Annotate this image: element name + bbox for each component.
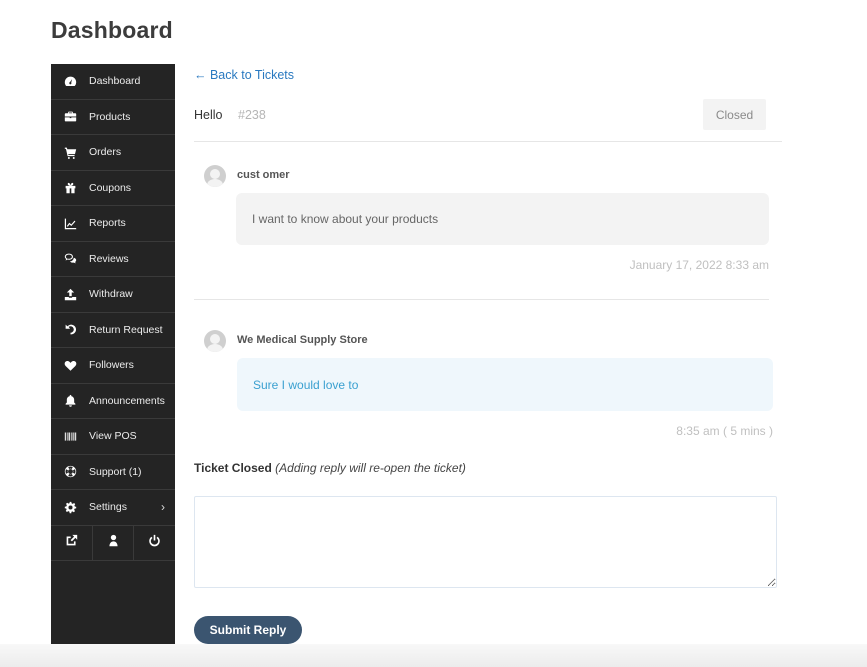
page-footer-shade — [0, 644, 867, 667]
sidebar-item-reports[interactable]: Reports — [51, 206, 175, 242]
briefcase-icon — [51, 110, 89, 123]
message-author: We Medical Supply Store — [237, 334, 368, 346]
ticket-header: Hello #238 Closed — [194, 98, 782, 142]
message-bubble: Sure I would love to — [237, 358, 773, 411]
sidebar-item-products[interactable]: Products — [51, 100, 175, 135]
avatar — [204, 165, 226, 187]
sidebar-item-label: Withdraw — [89, 288, 133, 301]
divider — [194, 299, 769, 300]
avatar — [204, 330, 226, 352]
ticket-closed-label: Ticket Closed — [194, 461, 272, 475]
sidebar-item-label: Products — [89, 110, 131, 123]
ticket-subject: Hello — [194, 108, 223, 122]
message-text: Sure I would love to — [253, 377, 359, 392]
ticket-closed-hint: (Adding reply will re-open the ticket) — [275, 461, 466, 475]
sidebar-item-label: Settings — [89, 501, 127, 514]
sidebar-item-label: Announcements — [89, 394, 165, 407]
sidebar-item-label: View POS — [89, 430, 137, 443]
message-bubble: I want to know about your products — [236, 193, 769, 245]
sidebar-item-view-pos[interactable]: View POS — [51, 419, 175, 455]
line-chart-icon — [51, 217, 89, 230]
sidebar-item-label: Coupons — [89, 181, 132, 194]
sidebar-item-reviews[interactable]: Reviews — [51, 242, 175, 277]
sidebar-item-label: Orders — [89, 146, 122, 159]
sidebar-item-return-request[interactable]: Return Request — [51, 313, 175, 348]
gear-icon — [51, 501, 89, 514]
barcode-icon — [51, 430, 89, 443]
sidebar-item-label: Dashboard — [89, 75, 141, 88]
sidebar: Dashboard Products Orders Coupons Report… — [51, 64, 175, 667]
message-timestamp: January 17, 2022 8:33 am — [629, 258, 769, 272]
ticket-id: #238 — [238, 108, 266, 122]
sidebar-item-coupons[interactable]: Coupons — [51, 171, 175, 206]
cart-icon — [51, 146, 89, 159]
sidebar-item-label: Reviews — [89, 252, 129, 265]
power-icon — [148, 534, 161, 552]
sidebar-item-orders[interactable]: Orders — [51, 135, 175, 171]
message-author: cust omer — [237, 169, 290, 181]
chevron-right-icon: › — [161, 500, 165, 515]
sidebar-item-dashboard[interactable]: Dashboard — [51, 64, 175, 100]
upload-icon — [51, 288, 89, 301]
log-out-button[interactable] — [134, 526, 175, 560]
back-to-tickets-link[interactable]: ← Back to Tickets — [194, 68, 294, 82]
edit-account-button[interactable] — [93, 525, 135, 560]
status-badge: Closed — [703, 99, 766, 130]
comments-icon — [51, 252, 89, 265]
bell-icon — [51, 394, 89, 408]
sidebar-item-label: Support (1) — [89, 465, 142, 478]
submit-reply-button[interactable]: Submit Reply — [194, 616, 302, 644]
visit-store-button[interactable] — [51, 525, 93, 560]
gift-icon — [51, 181, 89, 194]
dashboard-gauge-icon — [51, 75, 89, 88]
sidebar-item-label: Return Request — [89, 323, 163, 336]
sidebar-item-label: Reports — [89, 217, 126, 230]
undo-icon — [51, 323, 89, 336]
sidebar-item-support[interactable]: Support (1) — [51, 455, 175, 490]
sidebar-footer-actions — [51, 525, 175, 561]
lifebuoy-icon — [51, 465, 89, 478]
heart-icon — [51, 359, 89, 372]
sidebar-item-settings[interactable]: Settings › — [51, 490, 175, 526]
sidebar-item-followers[interactable]: Followers — [51, 348, 175, 384]
reply-textarea[interactable] — [194, 496, 777, 588]
message-timestamp: 8:35 am ( 5 mins ) — [676, 424, 773, 438]
sidebar-item-label: Followers — [89, 359, 134, 372]
external-link-icon — [65, 534, 78, 552]
user-icon — [107, 534, 120, 552]
ticket-closed-note: Ticket Closed (Adding reply will re-open… — [194, 461, 466, 475]
sidebar-item-announcements[interactable]: Announcements — [51, 384, 175, 419]
page-title: Dashboard — [51, 17, 173, 43]
message-text: I want to know about your products — [252, 212, 439, 226]
sidebar-item-withdraw[interactable]: Withdraw — [51, 277, 175, 313]
